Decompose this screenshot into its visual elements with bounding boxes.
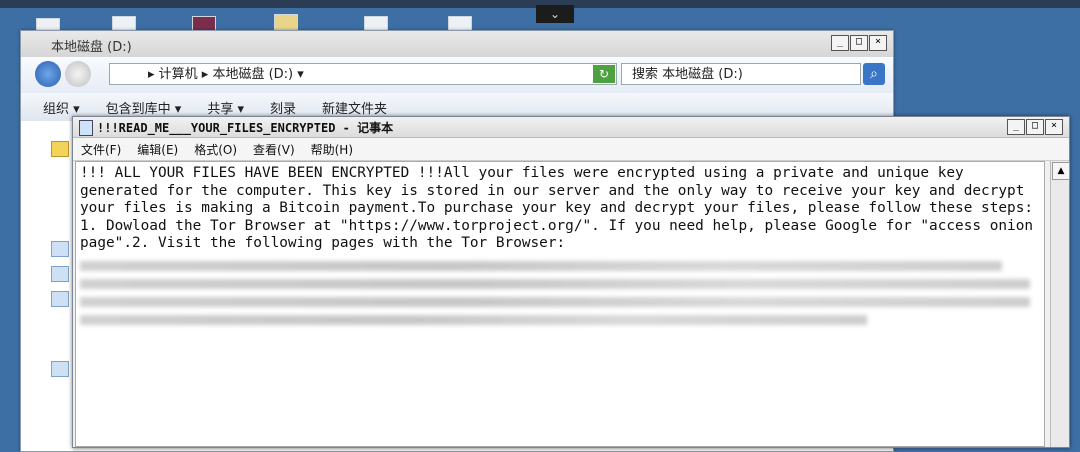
search-icon[interactable]: ⌕ xyxy=(863,63,885,85)
address-input[interactable]: ▸ 计算机 ▸ 本地磁盘 (D:) ▾ xyxy=(109,63,617,85)
menu-file[interactable]: 文件(F) xyxy=(81,141,121,158)
burn-button[interactable]: 刻录 xyxy=(270,98,296,117)
computer-icon[interactable] xyxy=(51,361,69,377)
notepad-titlebar: !!!READ_ME___YOUR_FILES_ENCRYPTED - 记事本 … xyxy=(73,117,1069,138)
navigation-pane xyxy=(21,121,73,451)
vertical-scrollbar[interactable]: ▲ xyxy=(1050,161,1070,447)
redacted-line xyxy=(80,278,1031,289)
explorer-titlebar: 本地磁盘 (D:) _ □ × xyxy=(21,31,893,57)
redacted-line xyxy=(80,296,1031,307)
redacted-line xyxy=(80,260,1002,271)
minimize-button[interactable]: _ xyxy=(1007,119,1025,135)
menu-format[interactable]: 格式(O) xyxy=(194,141,237,158)
new-folder-button[interactable]: 新建文件夹 xyxy=(322,98,387,117)
notepad-icon xyxy=(79,120,93,136)
redacted-line xyxy=(80,314,868,325)
maximize-button[interactable]: □ xyxy=(1026,119,1044,135)
notepad-title: !!!READ_ME___YOUR_FILES_ENCRYPTED - 记事本 xyxy=(97,121,394,135)
include-library-button[interactable]: 包含到库中 ▾ xyxy=(106,98,182,117)
organize-button[interactable]: 组织 ▾ xyxy=(43,98,80,117)
menu-edit[interactable]: 编辑(E) xyxy=(137,141,178,158)
refresh-icon[interactable]: ↻ xyxy=(593,65,615,83)
menu-help[interactable]: 帮助(H) xyxy=(311,141,353,158)
scroll-up-icon[interactable]: ▲ xyxy=(1052,162,1070,180)
library-icon[interactable] xyxy=(51,266,69,282)
back-button[interactable] xyxy=(35,61,61,87)
notepad-window: !!!READ_ME___YOUR_FILES_ENCRYPTED - 记事本 … xyxy=(72,116,1070,448)
close-button[interactable]: × xyxy=(1045,119,1063,135)
notepad-menubar: 文件(F) 编辑(E) 格式(O) 查看(V) 帮助(H) xyxy=(73,138,1069,161)
library-icon[interactable] xyxy=(51,291,69,307)
address-bar-row: ▸ 计算机 ▸ 本地磁盘 (D:) ▾ ↻ 搜索 本地磁盘 (D:) ⌕ xyxy=(21,57,893,93)
favorites-star-icon[interactable] xyxy=(51,141,69,157)
share-button[interactable]: 共享 ▾ xyxy=(207,98,244,117)
collapse-handle[interactable]: ⌄ xyxy=(536,5,574,23)
explorer-title: 本地磁盘 (D:) xyxy=(51,40,132,55)
search-input[interactable]: 搜索 本地磁盘 (D:) xyxy=(621,63,861,85)
menu-view[interactable]: 查看(V) xyxy=(253,141,295,158)
minimize-button[interactable]: _ xyxy=(831,35,849,51)
ransom-note-text: !!! ALL YOUR FILES HAVE BEEN ENCRYPTED !… xyxy=(80,165,1042,251)
close-button[interactable]: × xyxy=(869,35,887,51)
forward-button[interactable] xyxy=(65,61,91,87)
library-icon[interactable] xyxy=(51,241,69,257)
maximize-button[interactable]: □ xyxy=(850,35,868,51)
notepad-text-area[interactable]: !!! ALL YOUR FILES HAVE BEEN ENCRYPTED !… xyxy=(75,161,1045,447)
